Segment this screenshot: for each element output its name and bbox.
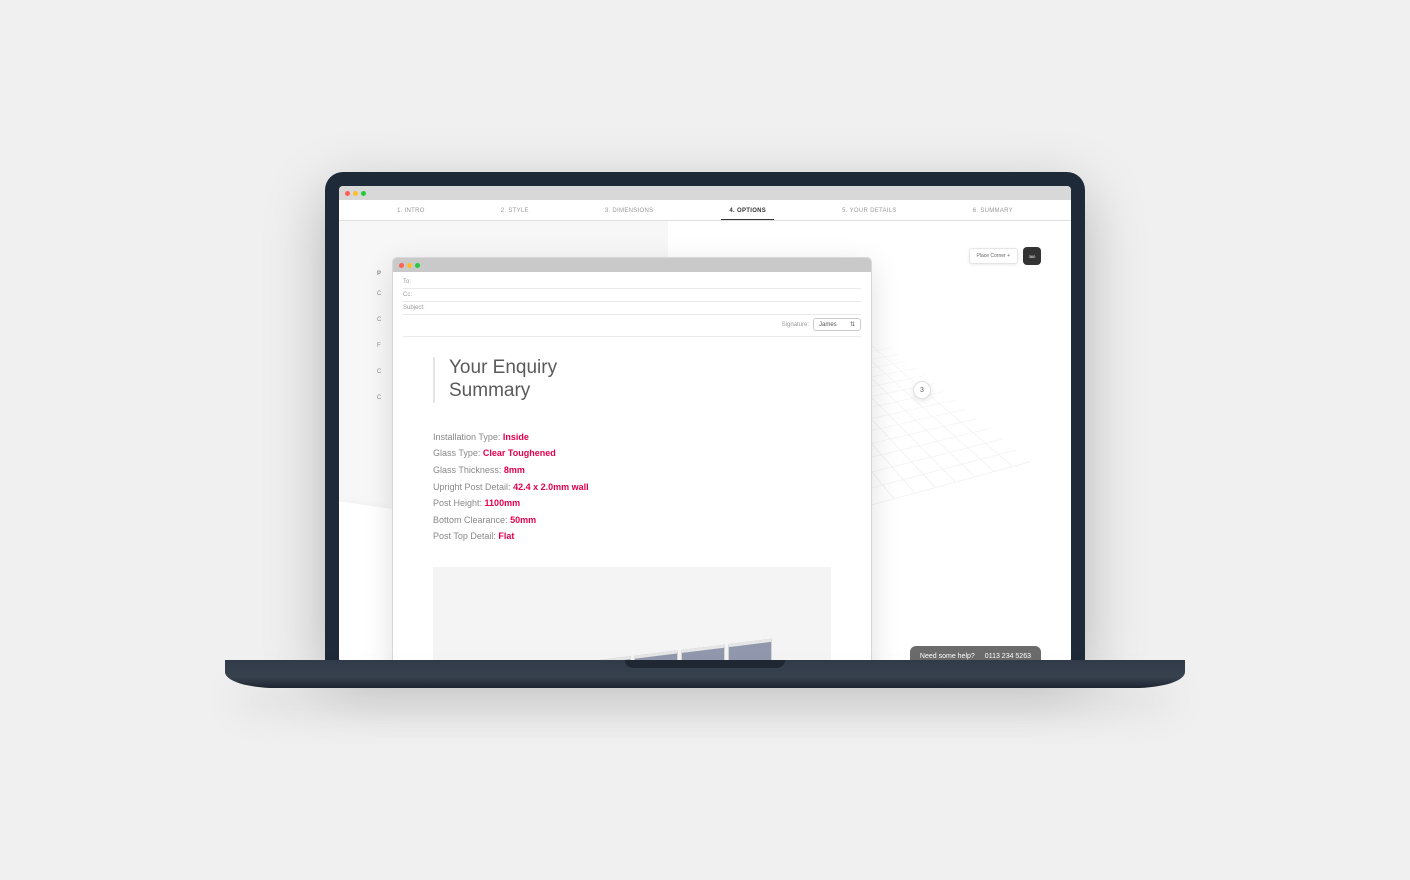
close-icon[interactable] xyxy=(345,191,350,196)
summary-row: Post Height: 1100mm xyxy=(433,495,831,512)
help-text: Need some help? xyxy=(920,653,975,660)
viewport-controls: Place Corner + 360 xyxy=(969,247,1042,265)
summary-row: Installation Type: Inside xyxy=(433,429,831,446)
cc-label: Cc: xyxy=(403,292,435,298)
tab-style[interactable]: 2. STYLE xyxy=(493,203,537,220)
email-body[interactable]: Your Enquiry Summary Installation Type: … xyxy=(393,339,871,662)
laptop-screen-bezel: 1. INTRO 2. STYLE 3. DIMENSIONS 4. OPTIO… xyxy=(325,172,1085,662)
option-group-label: P xyxy=(377,271,381,277)
summary-label: Post Top Detail: xyxy=(433,531,496,541)
title-line1: Your Enquiry xyxy=(449,357,557,378)
summary-value: Flat xyxy=(498,531,514,541)
summary-heading: Your Enquiry Summary xyxy=(433,357,831,403)
summary-row: Bottom Clearance: 50mm xyxy=(433,512,831,529)
email-titlebar xyxy=(393,258,871,272)
summary-value: 42.4 x 2.0mm wall xyxy=(513,482,589,492)
close-icon[interactable] xyxy=(399,263,404,268)
email-compose-window: To: Cc: Subject: Signature: James xyxy=(392,257,872,662)
cc-field[interactable]: Cc: xyxy=(403,289,861,302)
tab-details[interactable]: 5. YOUR DETAILS xyxy=(834,203,905,220)
laptop-base xyxy=(225,660,1185,688)
signature-select[interactable]: James ⇅ xyxy=(813,318,861,331)
preview-fence xyxy=(491,639,773,662)
tab-summary[interactable]: 6. SUMMARY xyxy=(965,203,1021,220)
signature-value: James xyxy=(819,322,837,328)
email-header-fields: To: Cc: Subject: Signature: James xyxy=(393,272,871,339)
tab-dimensions[interactable]: 3. DIMENSIONS xyxy=(597,203,662,220)
summary-value: Clear Toughened xyxy=(483,448,556,458)
step-tabs: 1. INTRO 2. STYLE 3. DIMENSIONS 4. OPTIO… xyxy=(339,200,1071,221)
summary-row: Upright Post Detail: 42.4 x 2.0mm wall xyxy=(433,479,831,496)
signature-label: Signature: xyxy=(782,322,809,328)
tab-options[interactable]: 4. OPTIONS xyxy=(721,203,774,220)
summary-row: Glass Type: Clear Toughened xyxy=(433,445,831,462)
option-item[interactable]: C xyxy=(377,369,381,375)
marker-badge[interactable]: 3 xyxy=(913,381,931,399)
option-item[interactable]: C xyxy=(377,395,381,401)
signature-row: Signature: James ⇅ xyxy=(403,315,861,337)
option-item[interactable]: F xyxy=(377,343,381,349)
place-corner-button[interactable]: Place Corner + xyxy=(969,248,1019,264)
summary-row: Glass Thickness: 8mm xyxy=(433,462,831,479)
window-titlebar xyxy=(339,186,1071,200)
maximize-icon[interactable] xyxy=(361,191,366,196)
summary-label: Glass Type: xyxy=(433,448,480,458)
app-content: P C C F C C xyxy=(339,221,1071,662)
summary-label: Bottom Clearance: xyxy=(433,515,508,525)
summary-label: Installation Type: xyxy=(433,432,500,442)
screen: 1. INTRO 2. STYLE 3. DIMENSIONS 4. OPTIO… xyxy=(339,186,1071,662)
summary-label: Glass Thickness: xyxy=(433,465,501,475)
summary-row: Post Top Detail: Flat xyxy=(433,528,831,545)
subject-label: Subject: xyxy=(403,305,435,311)
minimize-icon[interactable] xyxy=(353,191,358,196)
summary-value: 50mm xyxy=(510,515,536,525)
to-field[interactable]: To: xyxy=(403,276,861,289)
help-phone: 0113 234 5263 xyxy=(985,653,1031,660)
summary-list: Installation Type: Inside Glass Type: Cl… xyxy=(433,429,831,545)
maximize-icon[interactable] xyxy=(415,263,420,268)
option-item[interactable]: C xyxy=(377,317,381,323)
to-label: To: xyxy=(403,279,435,285)
summary-label: Upright Post Detail: xyxy=(433,482,511,492)
minimize-icon[interactable] xyxy=(407,263,412,268)
view-360-button[interactable]: 360 xyxy=(1023,247,1041,265)
option-item[interactable]: C xyxy=(377,291,381,297)
subject-field[interactable]: Subject: xyxy=(403,302,861,315)
laptop-mockup: 1. INTRO 2. STYLE 3. DIMENSIONS 4. OPTIO… xyxy=(225,172,1185,688)
glass-panel xyxy=(728,639,772,662)
tab-intro[interactable]: 1. INTRO xyxy=(389,203,433,220)
summary-label: Post Height: xyxy=(433,498,482,508)
title-line2: Summary xyxy=(449,380,530,401)
preview-render xyxy=(433,567,831,662)
options-sidebar: P C C F C C xyxy=(377,271,381,421)
laptop-notch xyxy=(625,660,785,668)
summary-value: Inside xyxy=(503,432,529,442)
summary-value: 8mm xyxy=(504,465,525,475)
summary-value: 1100mm xyxy=(485,498,521,508)
chevron-updown-icon: ⇅ xyxy=(850,321,855,328)
